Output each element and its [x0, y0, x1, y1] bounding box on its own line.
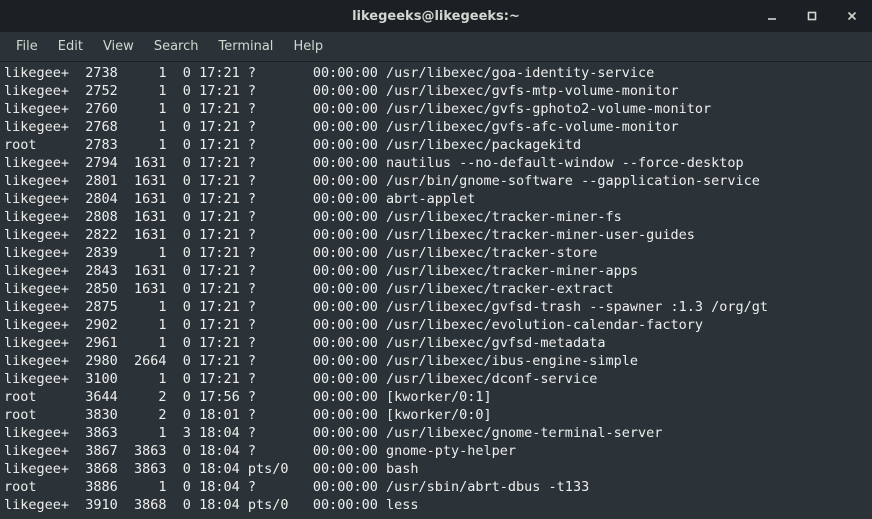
process-row: likegee+ 2822 1631 0 17:21 ? 00:00:00 /u…	[4, 226, 868, 244]
process-row: likegee+ 3867 3863 0 18:04 ? 00:00:00 gn…	[4, 442, 868, 460]
process-row: likegee+ 2902 1 0 17:21 ? 00:00:00 /usr/…	[4, 316, 868, 334]
window-titlebar: likegeeks@likegeeks:~	[0, 0, 872, 32]
process-row: likegee+ 2794 1631 0 17:21 ? 00:00:00 na…	[4, 154, 868, 172]
process-row: likegee+ 3868 3863 0 18:04 pts/0 00:00:0…	[4, 460, 868, 478]
menu-view[interactable]: View	[93, 35, 144, 58]
terminal-output[interactable]: likegee+ 2738 1 0 17:21 ? 00:00:00 /usr/…	[0, 62, 872, 516]
minimize-button[interactable]	[752, 0, 792, 32]
process-row: likegee+ 3100 1 0 17:21 ? 00:00:00 /usr/…	[4, 370, 868, 388]
menu-file[interactable]: File	[6, 35, 48, 58]
close-button[interactable]	[832, 0, 872, 32]
process-row: root 3886 1 0 18:04 ? 00:00:00 /usr/sbin…	[4, 478, 868, 496]
window-controls	[752, 0, 872, 32]
menu-edit[interactable]: Edit	[48, 35, 93, 58]
process-row: likegee+ 2961 1 0 17:21 ? 00:00:00 /usr/…	[4, 334, 868, 352]
process-row: likegee+ 2980 2664 0 17:21 ? 00:00:00 /u…	[4, 352, 868, 370]
process-row: likegee+ 2738 1 0 17:21 ? 00:00:00 /usr/…	[4, 64, 868, 82]
process-row: likegee+ 2850 1631 0 17:21 ? 00:00:00 /u…	[4, 280, 868, 298]
process-row: likegee+ 3863 1 3 18:04 ? 00:00:00 /usr/…	[4, 424, 868, 442]
maximize-button[interactable]	[792, 0, 832, 32]
menu-terminal[interactable]: Terminal	[208, 35, 283, 58]
process-row: likegee+ 2843 1631 0 17:21 ? 00:00:00 /u…	[4, 262, 868, 280]
minimize-icon	[767, 11, 777, 21]
process-row: likegee+ 2839 1 0 17:21 ? 00:00:00 /usr/…	[4, 244, 868, 262]
process-row: root 3644 2 0 17:56 ? 00:00:00 [kworker/…	[4, 388, 868, 406]
process-row: likegee+ 2760 1 0 17:21 ? 00:00:00 /usr/…	[4, 100, 868, 118]
process-row: likegee+ 2804 1631 0 17:21 ? 00:00:00 ab…	[4, 190, 868, 208]
window-title: likegeeks@likegeeks:~	[352, 9, 520, 24]
close-icon	[847, 11, 857, 21]
process-row: likegee+ 2801 1631 0 17:21 ? 00:00:00 /u…	[4, 172, 868, 190]
process-row: likegee+ 2768 1 0 17:21 ? 00:00:00 /usr/…	[4, 118, 868, 136]
process-row: likegee+ 3910 3868 0 18:04 pts/0 00:00:0…	[4, 496, 868, 514]
process-row: root 2783 1 0 17:21 ? 00:00:00 /usr/libe…	[4, 136, 868, 154]
process-row: likegee+ 2875 1 0 17:21 ? 00:00:00 /usr/…	[4, 298, 868, 316]
menu-search[interactable]: Search	[144, 35, 209, 58]
process-row: likegee+ 2752 1 0 17:21 ? 00:00:00 /usr/…	[4, 82, 868, 100]
process-row: root 3830 2 0 18:01 ? 00:00:00 [kworker/…	[4, 406, 868, 424]
maximize-icon	[807, 11, 817, 21]
process-row: likegee+ 2808 1631 0 17:21 ? 00:00:00 /u…	[4, 208, 868, 226]
menu-help[interactable]: Help	[283, 35, 333, 58]
menu-bar: File Edit View Search Terminal Help	[0, 32, 872, 62]
